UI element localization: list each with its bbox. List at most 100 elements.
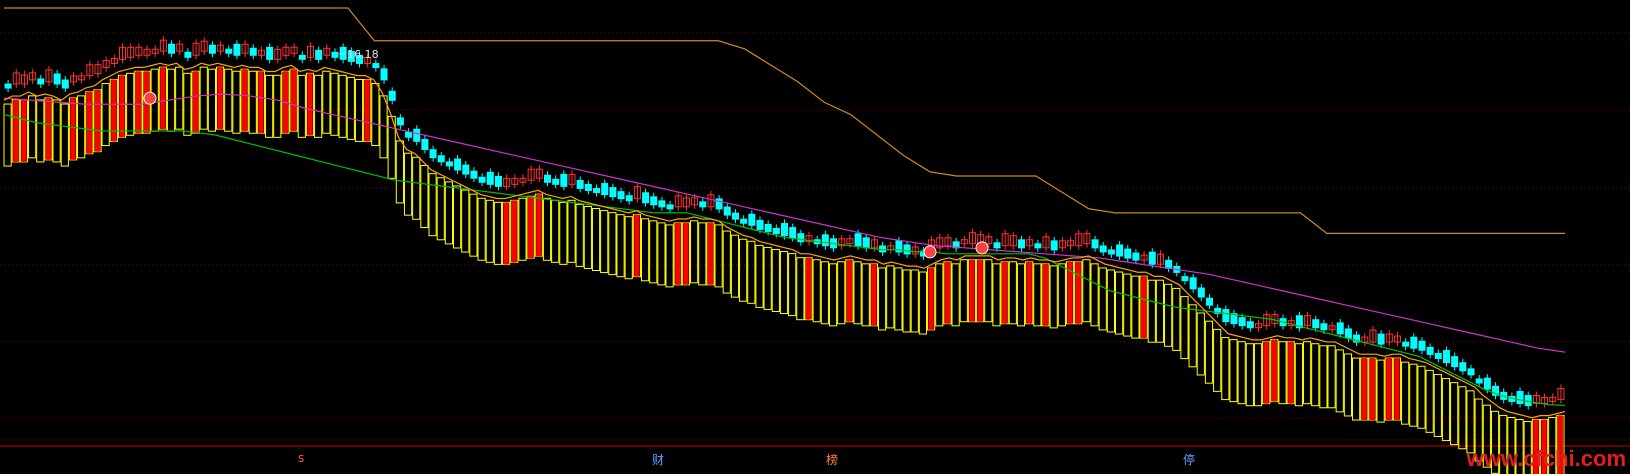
candle-body: [1246, 321, 1254, 329]
candle-body: [1205, 297, 1213, 306]
candle-body: [208, 44, 216, 54]
candle-body: [1336, 322, 1344, 335]
box-bar-filled: [511, 200, 517, 263]
box-bar-filled: [1394, 358, 1400, 421]
box-bar: [224, 68, 233, 132]
candle-body: [740, 218, 748, 224]
candle-body: [1124, 248, 1132, 259]
candle-body: [1320, 323, 1328, 331]
box-bar: [1237, 341, 1246, 405]
candle-body: [1467, 368, 1475, 376]
candle-body: [478, 176, 486, 183]
box-bar-filled: [45, 97, 52, 160]
box-bar: [1278, 341, 1287, 405]
orange-line: [4, 7, 1565, 234]
box-bar-filled: [1026, 261, 1032, 324]
box-bar: [52, 99, 61, 163]
candle-body: [1238, 317, 1246, 327]
candle-body: [1018, 239, 1026, 249]
box-bar-filled: [21, 99, 27, 162]
candle-body: [1312, 319, 1320, 329]
box-bar: [1196, 312, 1205, 376]
event-marker-bang[interactable]: 榜: [826, 451, 838, 468]
box-bar-filled: [928, 267, 934, 330]
price-annotation: 16.18: [347, 48, 379, 61]
box-bar: [575, 203, 584, 267]
box-bar-filled: [242, 69, 248, 132]
candle-body: [1418, 340, 1426, 351]
box-bar: [1319, 345, 1328, 409]
box-bar-filled: [871, 263, 877, 326]
box-bar: [3, 103, 12, 167]
box-bar: [657, 222, 666, 286]
box-bar: [395, 140, 404, 204]
box-bar-filled: [1386, 358, 1392, 421]
box-bar: [1172, 287, 1181, 351]
box-bar-filled: [977, 259, 983, 322]
event-marker-s[interactable]: s: [298, 451, 304, 465]
box-bar: [1343, 353, 1353, 417]
box-bar-filled: [503, 202, 509, 265]
signal-badge: [143, 91, 157, 105]
box-bar: [485, 199, 494, 263]
box-bar: [902, 269, 911, 333]
box-bar-filled: [634, 214, 640, 277]
candle-body: [315, 49, 323, 60]
box-bar: [1294, 343, 1303, 407]
candle-body: [1181, 276, 1189, 282]
box-bar: [788, 253, 797, 317]
candle-body: [1034, 243, 1042, 249]
box-bar: [714, 224, 723, 288]
box-bar: [1188, 304, 1197, 368]
watermark: www.cfchi.com: [1466, 446, 1626, 471]
candle-body: [772, 227, 780, 234]
box-bar: [248, 70, 257, 134]
candle-body: [1344, 328, 1352, 339]
box-bar-filled: [364, 79, 370, 142]
candle-body: [4, 83, 12, 89]
candle-body: [781, 223, 788, 237]
box-bar: [779, 251, 789, 315]
event-marker-cai[interactable]: 财: [652, 451, 664, 468]
candle-body: [1099, 245, 1107, 253]
event-marker-ting[interactable]: 停: [1183, 451, 1195, 468]
candle-body: [437, 155, 445, 163]
box-bar: [77, 95, 86, 159]
box-bar-filled: [1263, 341, 1269, 404]
box-bar: [1082, 259, 1091, 323]
box-bar: [1090, 263, 1099, 327]
box-bar-filled: [258, 71, 264, 134]
candle-body: [903, 244, 911, 255]
box-bar: [820, 261, 829, 325]
box-bar: [739, 238, 748, 302]
candle-body: [37, 78, 45, 85]
box-bar: [894, 267, 903, 331]
box-bar: [992, 263, 1001, 327]
candle-body: [1516, 391, 1524, 405]
candle-body: [658, 200, 666, 208]
candle-body: [1402, 341, 1410, 347]
candle-body: [470, 170, 478, 179]
box-bar: [853, 261, 862, 325]
candle-body: [380, 68, 388, 81]
box-bar-filled: [1141, 276, 1147, 339]
candle-body: [642, 192, 650, 204]
candle-body: [1451, 356, 1459, 368]
box-bar-filled: [111, 79, 117, 142]
box-bar: [330, 72, 339, 136]
candle-body: [764, 223, 772, 232]
box-bar: [1450, 382, 1459, 446]
candle-body: [593, 188, 601, 194]
candle-body: [862, 237, 870, 249]
box-bar: [1417, 365, 1426, 429]
box-bar: [910, 269, 919, 333]
box-bar: [1376, 359, 1385, 423]
box-bar-filled: [1288, 341, 1294, 404]
box-bar: [420, 164, 429, 228]
box-bar: [1466, 390, 1475, 454]
candle-body: [797, 233, 805, 243]
candle-body: [617, 191, 625, 200]
candle-body: [543, 174, 551, 183]
box-bar: [1016, 263, 1026, 327]
box-bar-filled: [1075, 261, 1081, 324]
